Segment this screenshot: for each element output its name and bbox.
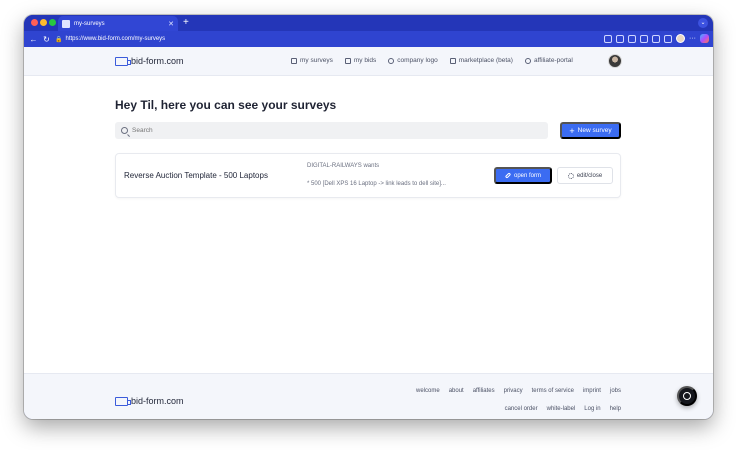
edit-close-button[interactable]: edit/close (557, 167, 613, 184)
edit-icon (291, 57, 297, 64)
close-window-button[interactable] (31, 19, 38, 26)
support-icon (683, 392, 691, 400)
survey-card: Reverse Auction Template - 500 Laptops D… (115, 153, 621, 198)
footer-link-imprint[interactable]: imprint (583, 388, 601, 394)
more-menu-icon[interactable]: ··· (689, 35, 696, 43)
footer-link-privacy[interactable]: privacy (504, 388, 523, 394)
nav-label: marketplace (beta) (458, 57, 513, 64)
browser-toolbar: ··· (604, 34, 709, 43)
logo-text: bid-form.com (131, 56, 184, 66)
nav-my-surveys[interactable]: my surveys (291, 57, 333, 64)
footer-link-about[interactable]: about (449, 388, 464, 394)
nav-company-logo[interactable]: company logo (388, 57, 438, 64)
translate-icon[interactable] (616, 34, 624, 43)
main-nav: my surveys my bids company logo marketpl… (291, 57, 573, 64)
survey-detail: * 500 [Dell XPS 16 Laptop -> link leads … (307, 181, 446, 187)
bids-icon (344, 57, 351, 64)
url-text: https://www.bid-form.com/my-surveys (65, 36, 166, 42)
new-survey-button[interactable]: + New survey (560, 122, 621, 139)
browser-tab[interactable]: my-surveys ✕ (58, 16, 178, 31)
app-icon[interactable] (604, 34, 612, 43)
gear-icon (567, 172, 574, 179)
site-footer: bid-form.com welcome about affiliates pr… (24, 373, 713, 419)
favorite-star-icon[interactable] (652, 34, 660, 43)
url-field[interactable]: 🔒 https://www.bid-form.com/my-surveys (55, 36, 575, 43)
tab-menu-chevron-icon[interactable]: ⌄ (698, 18, 708, 28)
logo-circle-icon (388, 57, 395, 64)
footer-link-login[interactable]: Log in (584, 406, 600, 412)
open-form-label: open form (513, 172, 541, 179)
nav-affiliate-portal[interactable]: affiliate-portal (524, 57, 573, 64)
open-form-button[interactable]: open form (494, 167, 552, 184)
favicon-icon (62, 19, 70, 28)
edit-close-label: edit/close (576, 172, 603, 179)
new-survey-label: New survey (577, 127, 612, 134)
logo-text: bid-form.com (131, 396, 184, 406)
browser-window: my-surveys ✕ + ⌄ ← ↻ 🔒 https://www.bid-f… (24, 15, 713, 419)
survey-title: Reverse Auction Template - 500 Laptops (124, 171, 268, 180)
footer-link-welcome[interactable]: welcome (416, 388, 440, 394)
address-bar: ← ↻ 🔒 https://www.bid-form.com/my-survey… (24, 31, 713, 47)
back-arrow-icon[interactable]: ← (27, 35, 40, 44)
reload-icon[interactable]: ↻ (40, 35, 53, 44)
favorites-icon[interactable] (664, 34, 672, 43)
search-input[interactable] (132, 127, 532, 134)
site-logo[interactable]: bid-form.com (115, 56, 184, 66)
copilot-icon[interactable] (700, 34, 709, 43)
logo-icon (115, 56, 131, 66)
survey-company: DIGITAL-RAILWAYS wants (307, 163, 380, 169)
nav-marketplace[interactable]: marketplace (beta) (449, 57, 513, 64)
footer-logo[interactable]: bid-form.com (115, 396, 184, 406)
search-icon (121, 127, 128, 134)
nav-label: my surveys (300, 57, 333, 64)
lock-icon: 🔒 (55, 36, 63, 43)
maximize-window-button[interactable] (49, 19, 56, 26)
page-title: Hey Til, here you can see your surveys (115, 98, 337, 112)
plus-icon: + (569, 125, 575, 136)
search-bar[interactable] (115, 122, 548, 139)
zoom-icon[interactable] (628, 34, 636, 43)
user-avatar[interactable] (608, 54, 622, 68)
store-icon (449, 57, 456, 64)
footer-link-cancel-order[interactable]: cancel order (505, 406, 538, 412)
read-aloud-icon[interactable] (640, 34, 648, 43)
footer-links-row1: welcome about affiliates privacy terms o… (416, 388, 621, 394)
footer-link-jobs[interactable]: jobs (610, 388, 621, 394)
tab-bar: my-surveys ✕ + ⌄ (24, 15, 713, 31)
footer-link-white-label[interactable]: white-label (547, 406, 576, 412)
tab-title: my-surveys (74, 20, 105, 27)
footer-link-help[interactable]: help (610, 406, 621, 412)
logo-icon (115, 396, 131, 406)
tab-close-icon[interactable]: ✕ (168, 20, 174, 28)
profile-avatar[interactable] (676, 34, 685, 43)
nav-my-bids[interactable]: my bids (344, 57, 377, 64)
support-chat-button[interactable] (677, 386, 697, 406)
footer-link-affiliates[interactable]: affiliates (473, 388, 495, 394)
nav-label: affiliate-portal (533, 57, 573, 64)
web-page: bid-form.com my surveys my bids company … (24, 47, 713, 419)
minimize-window-button[interactable] (40, 19, 47, 26)
site-header: bid-form.com my surveys my bids company … (24, 47, 713, 76)
nav-label: my bids (353, 57, 377, 64)
footer-links-row2: cancel order white-label Log in help (505, 406, 621, 412)
new-tab-button[interactable]: + (183, 17, 189, 28)
nav-label: company logo (397, 57, 438, 64)
dollar-icon (524, 57, 531, 64)
link-icon (504, 172, 512, 179)
footer-link-terms[interactable]: terms of service (532, 388, 574, 394)
